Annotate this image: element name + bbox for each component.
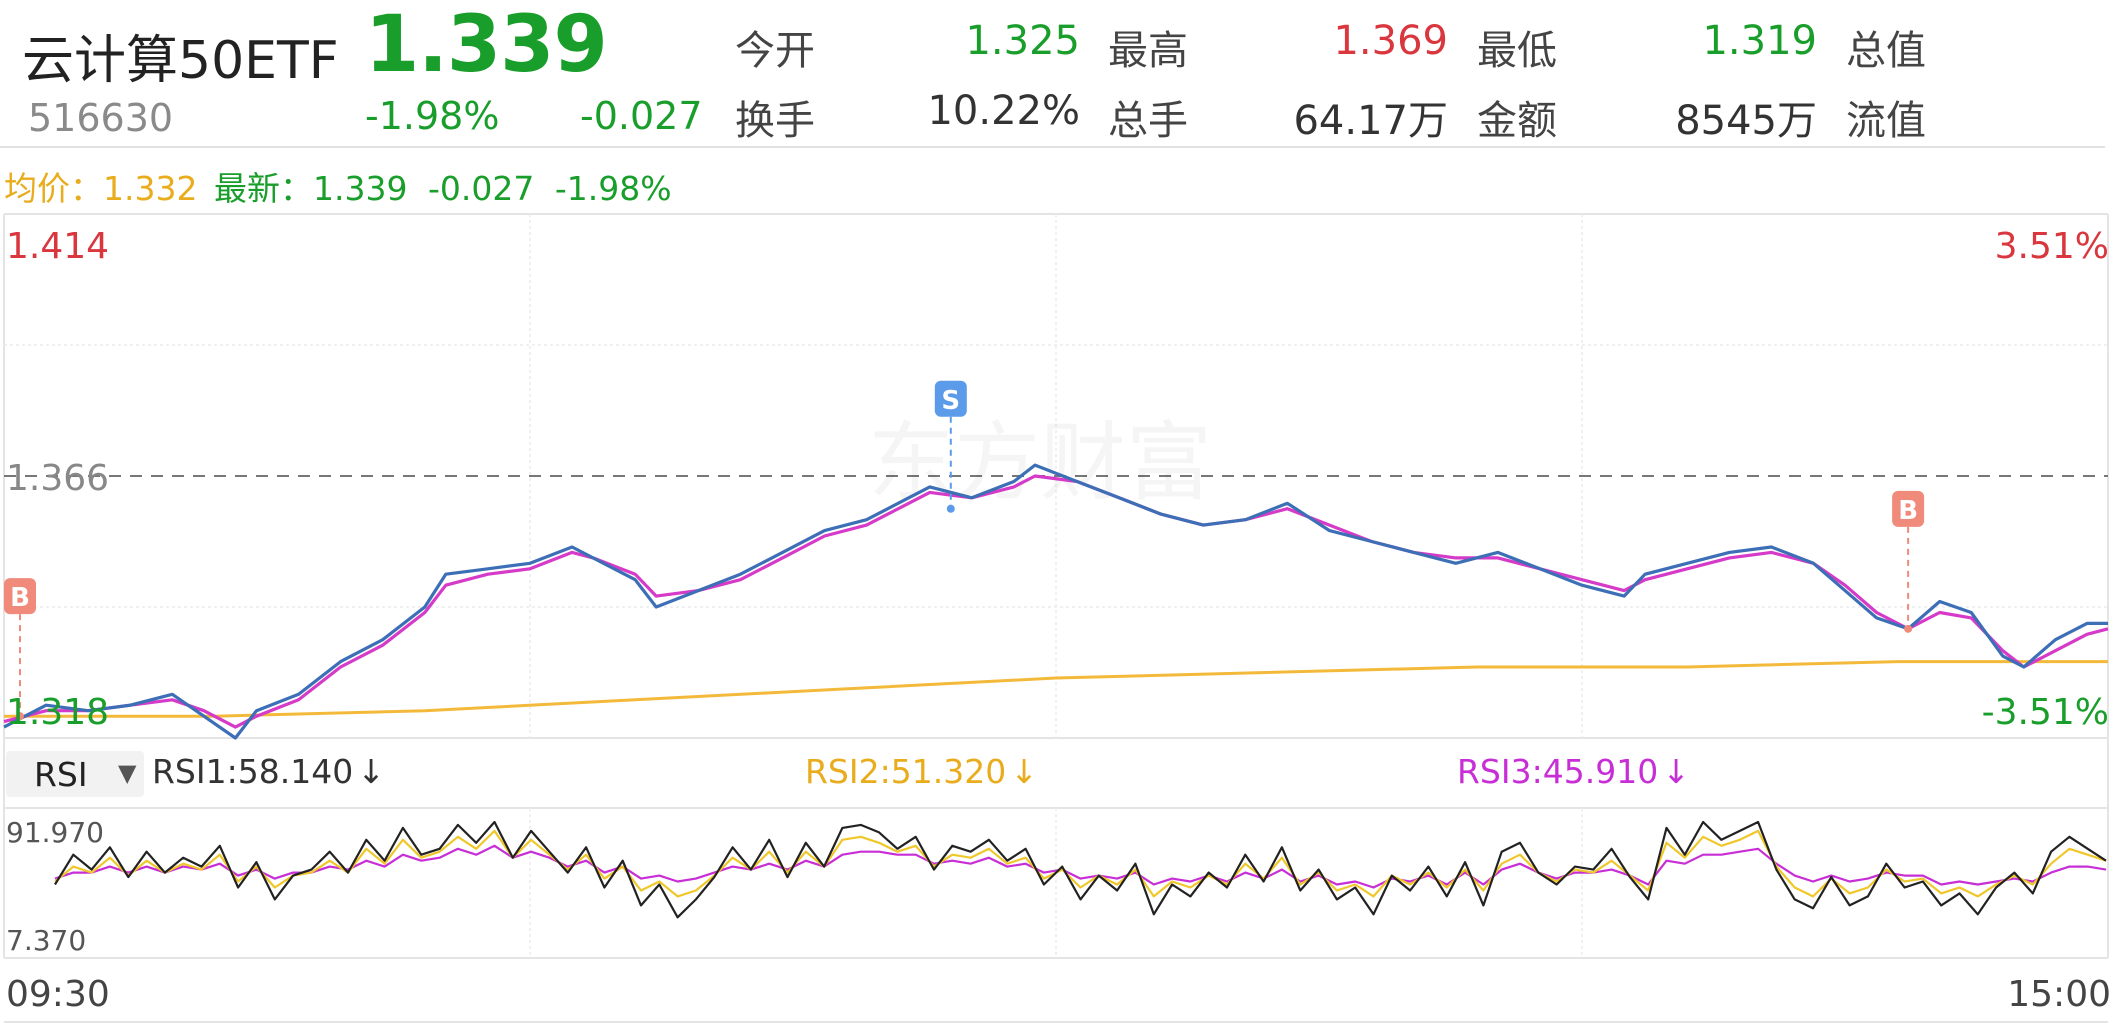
rsi2-legend: RSI2:51.320 ↓	[805, 752, 1038, 791]
marker-label: B	[1898, 496, 1918, 526]
chevron-down-icon: ▼	[118, 759, 137, 787]
rsi1-legend: RSI1:58.140 ↓	[152, 752, 385, 791]
marker-point	[1904, 624, 1913, 633]
price-axis-ref: 1.366	[6, 458, 110, 499]
intraday-chart[interactable]: 东方财富BSB	[0, 0, 2119, 1028]
time-start: 09:30	[6, 974, 110, 1015]
rsi1-value: RSI1:58.140	[152, 752, 354, 791]
indicator-selector[interactable]: RSI ▼	[6, 751, 144, 797]
marker-label: S	[941, 386, 960, 416]
price-axis-min: 1.318	[6, 692, 110, 733]
indicator-selector-label: RSI	[34, 755, 88, 794]
down-arrow-icon: ↓	[1662, 752, 1690, 791]
marker-point	[946, 504, 955, 513]
down-arrow-icon: ↓	[357, 752, 385, 791]
rsi-axis-max: 91.970	[6, 816, 104, 849]
marker-label: B	[10, 583, 30, 613]
rsi1-line	[54, 820, 2107, 919]
price-axis-max: 1.414	[6, 226, 110, 267]
pct-axis-min: -3.51%	[1981, 692, 2109, 733]
pct-axis-max: 3.51%	[1994, 226, 2109, 267]
rsi2-value: RSI2:51.320	[805, 752, 1007, 791]
rsi3-legend: RSI3:45.910 ↓	[1457, 752, 1690, 791]
down-arrow-icon: ↓	[1010, 752, 1038, 791]
time-end: 15:00	[2007, 974, 2111, 1015]
rsi-axis-min: 7.370	[6, 924, 87, 957]
rsi3-value: RSI3:45.910	[1457, 752, 1659, 791]
